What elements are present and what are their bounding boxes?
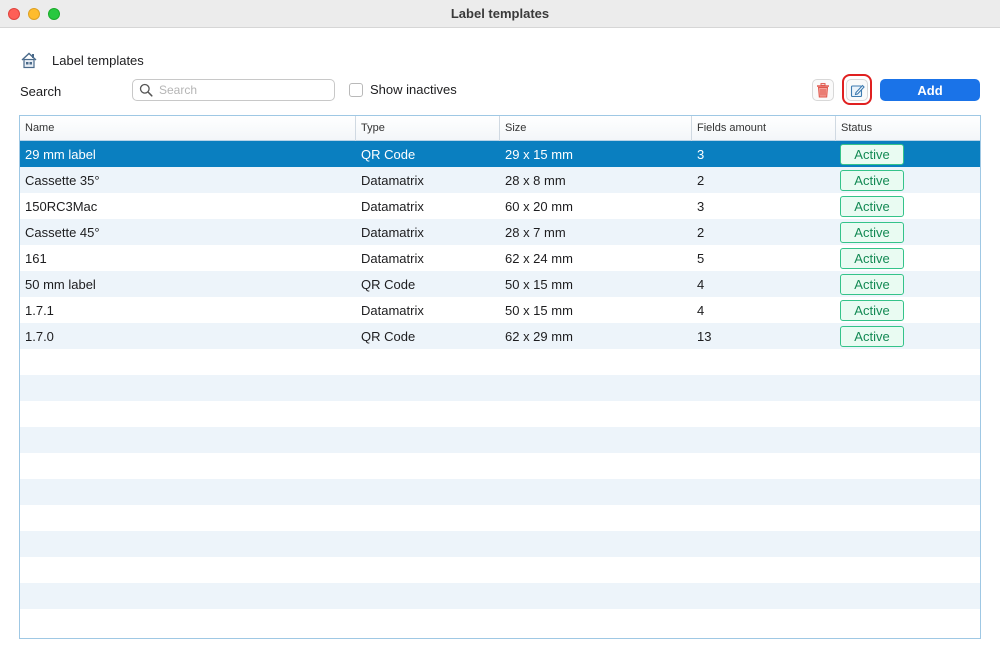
cell-status: Active (836, 143, 980, 165)
title-bar: Label templates (0, 0, 1000, 28)
search-field[interactable] (132, 79, 335, 101)
edit-icon (850, 84, 865, 97)
cell-size: 62 x 29 mm (505, 328, 573, 344)
empty-row (20, 479, 980, 505)
show-inactives-label: Show inactives (370, 82, 457, 97)
cell-status: Active (836, 299, 980, 321)
cell-size: 60 x 20 mm (505, 198, 573, 214)
table-header: Name Type Size Fields amount Status (20, 116, 980, 141)
cell-fields-amount: 4 (697, 276, 705, 292)
empty-row (20, 427, 980, 453)
cell-size: 29 x 15 mm (505, 146, 573, 162)
cell-status: Active (836, 221, 980, 243)
cell-type: Datamatrix (361, 250, 424, 266)
minimize-window-button[interactable] (28, 8, 40, 20)
column-header-size[interactable]: Size (500, 116, 692, 141)
home-icon[interactable] (20, 51, 38, 69)
empty-row (20, 583, 980, 609)
cell-fields-amount: 2 (697, 224, 705, 240)
table-row[interactable]: 161 Datamatrix 62 x 24 mm 5 Active (20, 245, 980, 271)
status-badge: Active (840, 247, 904, 269)
window-title: Label templates (450, 6, 550, 21)
empty-row (20, 531, 980, 557)
column-header-status[interactable]: Status (836, 116, 980, 141)
close-window-button[interactable] (8, 8, 20, 20)
table-body: 29 mm label QR Code 29 x 15 mm 3 Active … (20, 141, 980, 635)
cell-fields-amount: 3 (697, 198, 705, 214)
show-inactives-checkbox[interactable] (349, 82, 363, 97)
toolbar: Search Show inactives Add (20, 74, 980, 105)
cell-name: 150RC3Mac (25, 198, 98, 214)
cell-type: Datamatrix (361, 172, 424, 188)
cell-size: 62 x 24 mm (505, 250, 573, 266)
page-header: Label templates (20, 48, 144, 72)
trash-icon (817, 82, 829, 97)
cell-fields-amount: 2 (697, 172, 705, 188)
cell-size: 28 x 8 mm (505, 172, 566, 188)
cell-name: 50 mm label (25, 276, 96, 292)
cell-size: 50 x 15 mm (505, 302, 573, 318)
table-row[interactable]: 150RC3Mac Datamatrix 60 x 20 mm 3 Active (20, 193, 980, 219)
cell-fields-amount: 4 (697, 302, 705, 318)
show-inactives-toggle[interactable]: Show inactives (349, 82, 457, 97)
search-input[interactable] (159, 83, 329, 97)
delete-button[interactable] (812, 79, 834, 101)
empty-row (20, 375, 980, 401)
status-badge: Active (840, 169, 904, 191)
column-header-fields-amount[interactable]: Fields amount (692, 116, 836, 141)
cell-name: 1.7.1 (25, 302, 54, 318)
add-button[interactable]: Add (880, 79, 980, 101)
edit-button[interactable] (846, 79, 868, 101)
table-row[interactable]: Cassette 45° Datamatrix 28 x 7 mm 2 Acti… (20, 219, 980, 245)
cell-status: Active (836, 169, 980, 191)
cell-type: Datamatrix (361, 224, 424, 240)
table-row[interactable]: Cassette 35° Datamatrix 28 x 8 mm 2 Acti… (20, 167, 980, 193)
cell-type: QR Code (361, 276, 416, 292)
cell-type: QR Code (361, 328, 416, 344)
table-row[interactable]: 50 mm label QR Code 50 x 15 mm 4 Active (20, 271, 980, 297)
table-row[interactable]: 29 mm label QR Code 29 x 15 mm 3 Active (20, 141, 980, 167)
cell-size: 28 x 7 mm (505, 224, 566, 240)
empty-row (20, 609, 980, 635)
cell-fields-amount: 5 (697, 250, 705, 266)
status-badge: Active (840, 325, 904, 347)
cell-type: Datamatrix (361, 198, 424, 214)
cell-fields-amount: 13 (697, 328, 712, 344)
empty-row (20, 349, 980, 375)
window-controls (8, 8, 60, 20)
maximize-window-button[interactable] (48, 8, 60, 20)
status-badge: Active (840, 273, 904, 295)
cell-status: Active (836, 247, 980, 269)
cell-name: 161 (25, 250, 47, 266)
cell-size: 50 x 15 mm (505, 276, 573, 292)
cell-type: QR Code (361, 146, 416, 162)
cell-fields-amount: 3 (697, 146, 705, 162)
empty-row (20, 453, 980, 479)
search-label: Search (20, 84, 62, 99)
status-badge: Active (840, 221, 904, 243)
cell-status: Active (836, 195, 980, 217)
cell-name: Cassette 45° (25, 224, 100, 240)
empty-row (20, 401, 980, 427)
cell-type: Datamatrix (361, 302, 424, 318)
column-header-name[interactable]: Name (20, 116, 356, 141)
status-badge: Active (840, 299, 904, 321)
empty-row (20, 557, 980, 583)
cell-status: Active (836, 325, 980, 347)
status-badge: Active (840, 195, 904, 217)
cell-name: 29 mm label (25, 146, 96, 162)
search-icon (139, 83, 153, 97)
column-header-type[interactable]: Type (356, 116, 500, 141)
status-badge: Active (840, 143, 904, 165)
label-templates-table: Name Type Size Fields amount Status 29 m… (19, 115, 981, 639)
cell-name: Cassette 35° (25, 172, 100, 188)
table-row[interactable]: 1.7.0 QR Code 62 x 29 mm 13 Active (20, 323, 980, 349)
cell-name: 1.7.0 (25, 328, 54, 344)
cell-status: Active (836, 273, 980, 295)
page-title: Label templates (52, 52, 144, 68)
table-row[interactable]: 1.7.1 Datamatrix 50 x 15 mm 4 Active (20, 297, 980, 323)
empty-row (20, 505, 980, 531)
